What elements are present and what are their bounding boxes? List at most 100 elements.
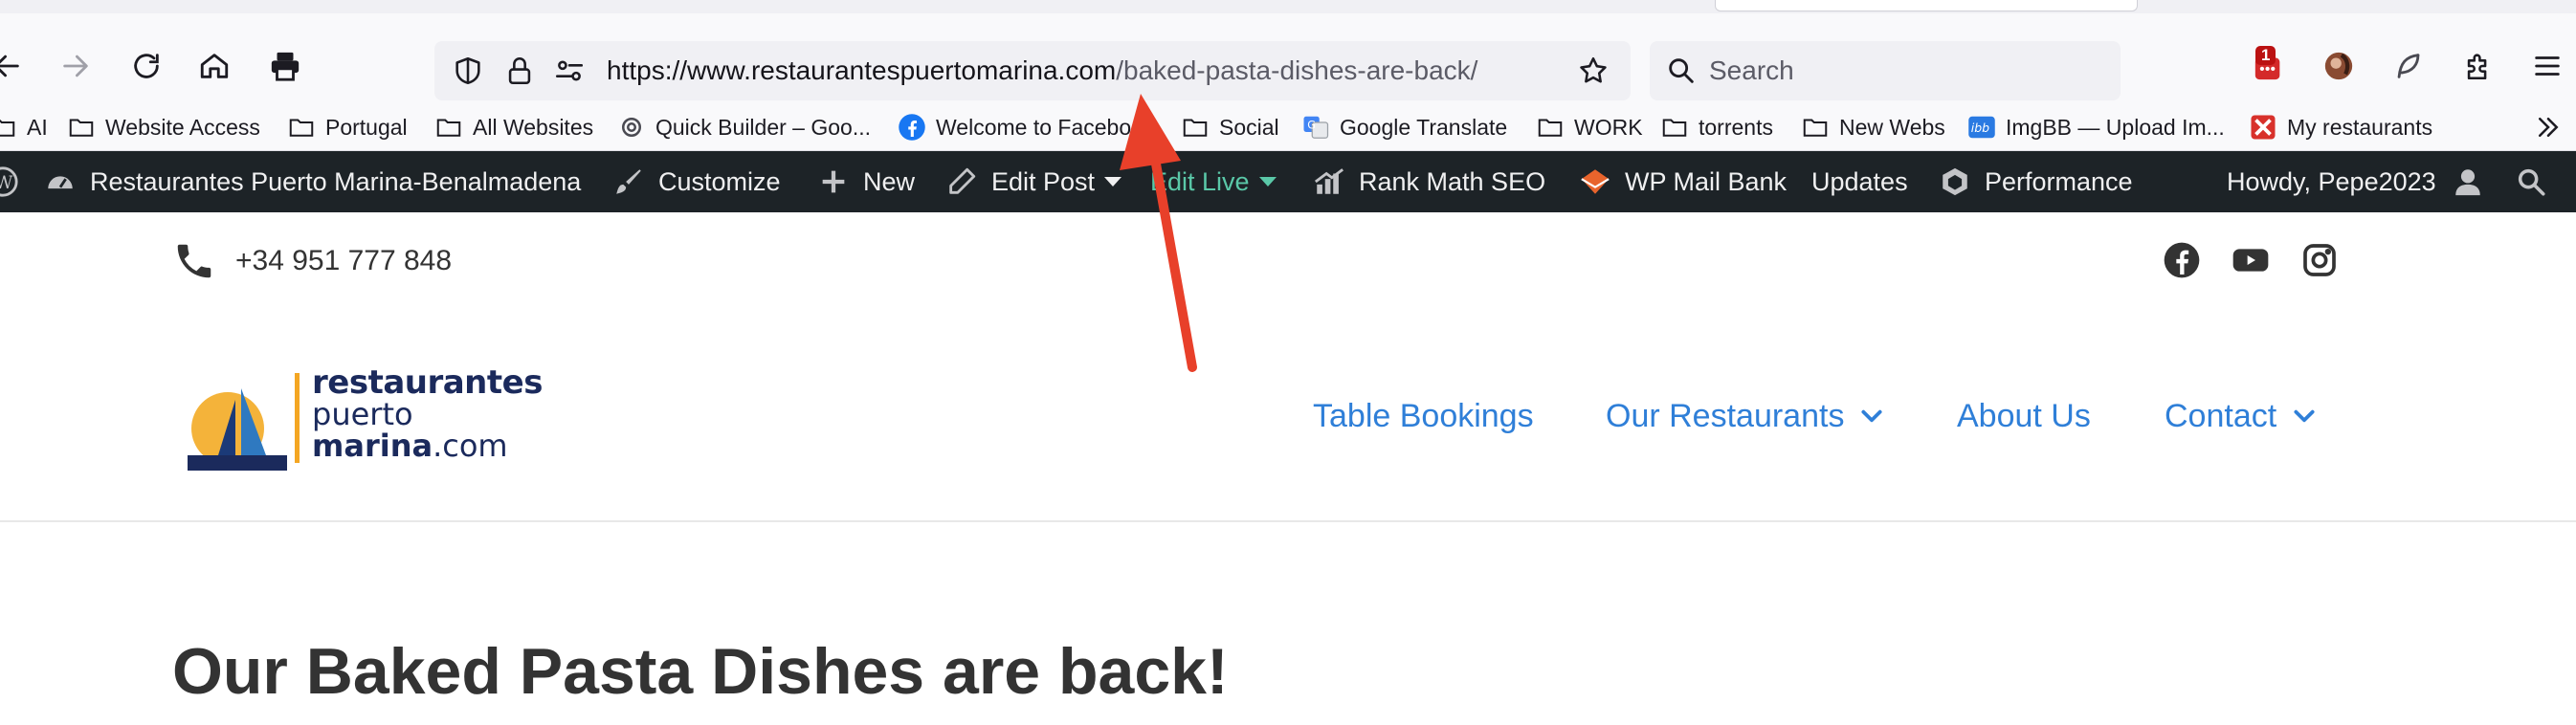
- pencil-icon: [945, 165, 978, 198]
- menu-icon[interactable]: [2531, 50, 2564, 82]
- dashboard-icon: [44, 165, 77, 198]
- translate-icon: G: [1301, 113, 1330, 142]
- bookmark-item[interactable]: Portugal: [287, 111, 408, 143]
- extensions-puzzle-icon[interactable]: [2462, 50, 2495, 82]
- bookmark-item[interactable]: Website Access: [67, 111, 260, 143]
- bookmark-item[interactable]: Quick Builder – Goo...: [617, 111, 871, 143]
- header-divider: [0, 520, 2576, 522]
- search-icon: [2515, 165, 2547, 198]
- back-icon[interactable]: [0, 50, 23, 82]
- ab-my-account[interactable]: Howdy, Pepe2023: [2227, 151, 2484, 212]
- performance-icon: [1939, 165, 1971, 198]
- page-title: Our Baked Pasta Dishes are back!: [172, 635, 1229, 708]
- bookmark-item[interactable]: New Webs: [1801, 111, 1945, 143]
- bookmark-item[interactable]: G Google Translate: [1301, 111, 1507, 143]
- site-name-label: Restaurantes Puerto Marina-Benalmadena: [90, 166, 582, 196]
- nav-label: Table Bookings: [1313, 397, 1534, 434]
- profile-avatar-icon[interactable]: [2322, 50, 2355, 82]
- ab-customize[interactable]: Customize: [612, 151, 781, 212]
- reload-icon[interactable]: [130, 50, 163, 82]
- folder-icon: [1801, 113, 1830, 142]
- home-icon[interactable]: [198, 50, 231, 82]
- mail-bank-label: WP Mail Bank: [1625, 166, 1788, 196]
- ab-edit-live[interactable]: Edit Live: [1150, 151, 1277, 212]
- address-bar[interactable]: https://www.restaurantespuertomarina.com…: [434, 41, 1631, 100]
- window-top-strip: [0, 0, 2576, 13]
- nav-about-us[interactable]: About Us: [1957, 392, 2091, 440]
- ab-rank-math[interactable]: Rank Math SEO: [1313, 151, 1545, 212]
- nav-table-bookings[interactable]: Table Bookings: [1313, 392, 1534, 440]
- url-text[interactable]: https://www.restaurantespuertomarina.com…: [607, 56, 1477, 85]
- bookmark-label: Welcome to Facebo: [936, 114, 1132, 140]
- bookmark-item[interactable]: Welcome to Facebo: [898, 111, 1131, 143]
- chevron-down-icon: [1258, 177, 1277, 187]
- bookmarks-toolbar: AI Website Access Portugal All Websites …: [0, 103, 2576, 151]
- folder-icon: [67, 113, 96, 142]
- rank-math-label: Rank Math SEO: [1359, 166, 1546, 196]
- search-box[interactable]: Search: [1650, 41, 2121, 100]
- bookmark-item[interactable]: Social: [1181, 111, 1279, 143]
- new-label: New: [863, 166, 916, 196]
- bookmark-label: My restaurants: [2287, 114, 2433, 140]
- folder-icon: [1660, 113, 1689, 142]
- site-icon: [617, 113, 646, 142]
- logo-text: restaurantes puerto marina.com: [312, 363, 543, 464]
- logo-sailboat-icon: [188, 384, 287, 474]
- bookmark-label: Portugal: [325, 114, 408, 140]
- site-logo[interactable]: restaurantes puerto marina.com: [188, 363, 570, 488]
- bookmark-item[interactable]: torrents: [1660, 111, 1773, 143]
- ab-edit-post[interactable]: Edit Post: [945, 151, 1122, 212]
- bookmark-label: All Websites: [473, 114, 594, 140]
- imgbb-icon: ibb: [1967, 113, 1996, 142]
- bookmark-item[interactable]: My restaurants: [2249, 111, 2432, 143]
- nav-our-restaurants[interactable]: Our Restaurants: [1606, 392, 1884, 440]
- instagram-icon[interactable]: [2300, 241, 2339, 279]
- browser-toolbar: https://www.restaurantespuertomarina.com…: [0, 13, 2576, 103]
- print-icon[interactable]: [269, 50, 301, 82]
- chevron-down-icon: [2292, 404, 2317, 428]
- phone-icon: [172, 239, 216, 283]
- ab-updates[interactable]: Updates: [1811, 151, 1908, 212]
- forward-icon[interactable]: [59, 50, 92, 82]
- wp-logo-button[interactable]: W: [0, 151, 33, 212]
- search-placeholder: Search: [1709, 55, 1794, 85]
- bookmark-star-icon[interactable]: [1577, 55, 1610, 87]
- logo-line-3-bold: marina: [312, 428, 433, 464]
- bookmarks-overflow[interactable]: [2534, 111, 2572, 143]
- folder-icon: [1536, 113, 1565, 142]
- bookmark-label: AI: [27, 114, 48, 140]
- facebook-icon[interactable]: [2163, 241, 2201, 279]
- wp-admin-bar: W Restaurantes Puerto Marina-Benalmadena…: [0, 151, 2576, 212]
- bookmark-item[interactable]: ibb ImgBB — Upload Im...: [1967, 111, 2225, 143]
- performance-label: Performance: [1985, 166, 2133, 196]
- dropdown-popup-edge: [1715, 0, 2138, 11]
- wordpress-icon: W: [0, 165, 19, 198]
- ab-new[interactable]: New: [817, 151, 915, 212]
- youtube-icon[interactable]: [2232, 241, 2270, 279]
- ab-search[interactable]: [2515, 151, 2561, 212]
- bookmark-label: Website Access: [105, 114, 260, 140]
- extension-badge-count: 1: [2255, 46, 2276, 65]
- rank-math-icon: [1313, 165, 1345, 198]
- ab-performance[interactable]: Performance: [1939, 151, 2133, 212]
- nav-contact[interactable]: Contact: [2165, 392, 2317, 440]
- url-domain: https://www.restaurantespuertomarina.com: [607, 55, 1117, 85]
- svg-text:G: G: [1307, 119, 1316, 131]
- search-icon: [1665, 55, 1698, 87]
- permissions-icon[interactable]: [553, 55, 586, 87]
- bookmark-label: Social: [1219, 114, 1279, 140]
- ab-site-name[interactable]: Restaurantes Puerto Marina-Benalmadena: [44, 151, 581, 212]
- lock-icon[interactable]: [503, 55, 536, 87]
- logo-line-1: restaurantes: [312, 363, 543, 402]
- nav-label: Contact: [2165, 397, 2277, 434]
- shield-icon[interactable]: [452, 55, 484, 87]
- ab-mail-bank[interactable]: WP Mail Bank: [1579, 151, 1787, 212]
- bookmark-item[interactable]: WORK: [1536, 111, 1643, 143]
- bookmark-item[interactable]: AI: [0, 111, 48, 143]
- header-phone[interactable]: +34 951 777 848: [172, 239, 452, 283]
- bookmark-item[interactable]: All Websites: [434, 111, 593, 143]
- feather-extension-icon[interactable]: [2392, 50, 2425, 82]
- updates-label: Updates: [1811, 166, 1908, 196]
- url-path: /baked-pasta-dishes-are-back/: [1116, 55, 1478, 85]
- phone-number: +34 951 777 848: [235, 245, 453, 276]
